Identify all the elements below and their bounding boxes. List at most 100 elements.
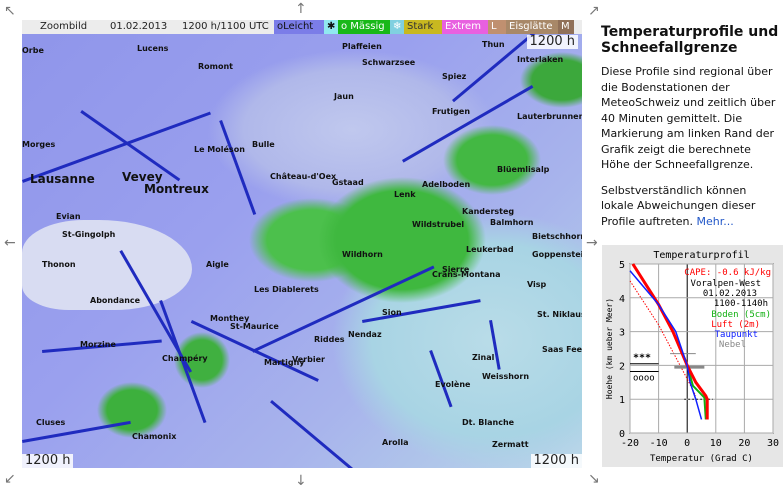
precipitation-map[interactable]: Lausanne Vevey Montreux Evian Thonon Morges Or… xyxy=(22,20,582,468)
temperature-profile-chart: -20 -10 0 10 20 30 0 1 2 3 4 5 Temperaturprofil Tempe… xyxy=(602,245,783,467)
legend-entry: Taupunkt xyxy=(715,330,758,340)
place-label: Nendaz xyxy=(348,330,382,339)
place-label: Lauterbrunnen xyxy=(517,112,582,121)
place-label: Thun xyxy=(482,40,505,49)
place-label: Riddes xyxy=(314,335,345,344)
y-tick-label: 1 xyxy=(619,395,625,406)
map-header: Zoombild 01.02.2013 1200 h/1100 UTC oLei… xyxy=(22,20,582,34)
more-link[interactable]: Mehr... xyxy=(697,215,734,228)
info-panel: Temperaturprofile und Schneefallgrenze D… xyxy=(601,24,781,239)
pan-northwest-arrow-icon[interactable]: ↖ xyxy=(4,4,16,18)
rain-symbol: oooo xyxy=(633,373,655,383)
place-label: Bulle xyxy=(252,140,275,149)
pan-south-arrow-icon[interactable]: ↓ xyxy=(295,474,307,488)
place-label: Spiez xyxy=(442,72,467,81)
chart-title: Temperaturprofil xyxy=(653,250,749,261)
y-tick-label: 5 xyxy=(619,260,625,271)
place-label: Weisshorn xyxy=(482,372,530,381)
info-title: Temperaturprofile und Schneefallgrenze xyxy=(601,24,779,56)
place-label: Wildhorn xyxy=(342,250,383,259)
place-label: Arolla xyxy=(382,438,409,447)
pan-southwest-arrow-icon[interactable]: ↙ xyxy=(4,472,16,486)
road xyxy=(270,400,364,468)
place-label: Saas Fee xyxy=(542,345,582,354)
place-label: Plaffeien xyxy=(342,42,382,51)
place-label: Lucens xyxy=(137,44,169,53)
place-label: Leukerbad xyxy=(466,245,514,254)
pan-west-arrow-icon[interactable]: ← xyxy=(4,236,16,250)
place-label: Adelboden xyxy=(422,180,471,189)
place-label: Chamonix xyxy=(132,432,177,441)
place-label: Jaun xyxy=(334,92,354,101)
place-label: Kandersteg xyxy=(462,207,515,216)
road xyxy=(362,299,481,323)
place-label: Abondance xyxy=(90,296,141,305)
y-tick-label: 4 xyxy=(619,294,625,305)
place-label: Crans-Montana xyxy=(432,270,501,279)
place-label: Les Diablerets xyxy=(254,285,319,294)
pan-east-arrow-icon[interactable]: → xyxy=(586,236,598,250)
height-label-bottom-right: 1200 h xyxy=(530,454,582,468)
place-label: St. Niklaus xyxy=(537,310,582,319)
legend-entry: Boden (5cm) xyxy=(711,310,771,320)
place-label: Orbe xyxy=(22,46,44,55)
map-title: Zoombild xyxy=(40,21,88,32)
place-label: Goppenstein xyxy=(532,250,582,259)
info-paragraph-2: Selbstverständlich können lokale Abweich… xyxy=(601,183,781,230)
legend-item: ❄ xyxy=(390,20,404,34)
place-label: Morzine xyxy=(80,340,116,349)
place-label: Frutigen xyxy=(432,107,471,116)
x-tick-label: 0 xyxy=(684,438,690,449)
map-time: 1200 h/1100 UTC xyxy=(182,21,269,32)
legend-entry: Nebel xyxy=(719,340,746,350)
place-label: St-Gingolph xyxy=(62,230,116,239)
height-label-top: 1200 h xyxy=(526,35,578,49)
pan-north-arrow-icon[interactable]: ↑ xyxy=(295,2,307,16)
place-label: Dt. Blanche xyxy=(462,418,515,427)
y-tick-label: 2 xyxy=(619,361,625,372)
road xyxy=(429,350,453,408)
place-label: Château-d'Oex xyxy=(270,172,337,181)
pan-northeast-arrow-icon[interactable]: ↗ xyxy=(588,4,600,18)
place-label: Lausanne xyxy=(30,172,95,186)
pan-southeast-arrow-icon[interactable]: ↘ xyxy=(588,472,600,486)
place-label: Balmhorn xyxy=(490,218,534,227)
place-label: Montreux xyxy=(144,182,209,196)
legend-item: M xyxy=(558,20,574,34)
legend-item: o Mässig xyxy=(338,20,390,34)
y-tick-label: 3 xyxy=(619,328,625,339)
date-label: 01.02.2013 xyxy=(703,289,757,299)
y-tick-label: 0 xyxy=(619,429,625,440)
road xyxy=(402,85,534,163)
y-axis-label: Hoehe (km ueber Meer) xyxy=(605,298,614,399)
place-label: Romont xyxy=(198,62,234,71)
place-label: Lenk xyxy=(394,190,416,199)
place-label: Zinal xyxy=(472,353,495,362)
place-label: Blüemlisalp xyxy=(497,165,550,174)
place-label: Cluses xyxy=(36,418,66,427)
place-label: Evian xyxy=(56,212,81,221)
road xyxy=(219,120,257,215)
place-label: Visp xyxy=(527,280,547,289)
legend-item: Eisglätte xyxy=(506,20,558,34)
legend-item: Extrem xyxy=(442,20,488,34)
place-label: Aigle xyxy=(206,260,229,269)
x-axis-label: Temperatur (Grad C) xyxy=(650,454,753,464)
x-tick-label: 30 xyxy=(767,438,779,449)
x-tick-label: 20 xyxy=(738,438,750,449)
time-label: 1100-1140h xyxy=(714,299,768,309)
place-label: Le Moléson xyxy=(194,145,245,154)
legend-item: ✱ xyxy=(324,20,338,34)
place-label: Schwarzsee xyxy=(362,58,416,67)
legend-item: L xyxy=(488,20,506,34)
height-label-bottom-left: 1200 h xyxy=(22,454,74,468)
place-label: St-Maurice xyxy=(230,322,279,331)
x-tick-label: -10 xyxy=(650,438,668,449)
place-label: Evolène xyxy=(435,380,471,389)
place-label: Gstaad xyxy=(332,178,364,187)
place-label: Bietschhorn xyxy=(532,232,582,241)
place-label: Morges xyxy=(22,140,56,149)
place-label: Champéry xyxy=(162,354,208,363)
x-tick-label: 10 xyxy=(710,438,722,449)
place-label: Zermatt xyxy=(492,440,529,449)
